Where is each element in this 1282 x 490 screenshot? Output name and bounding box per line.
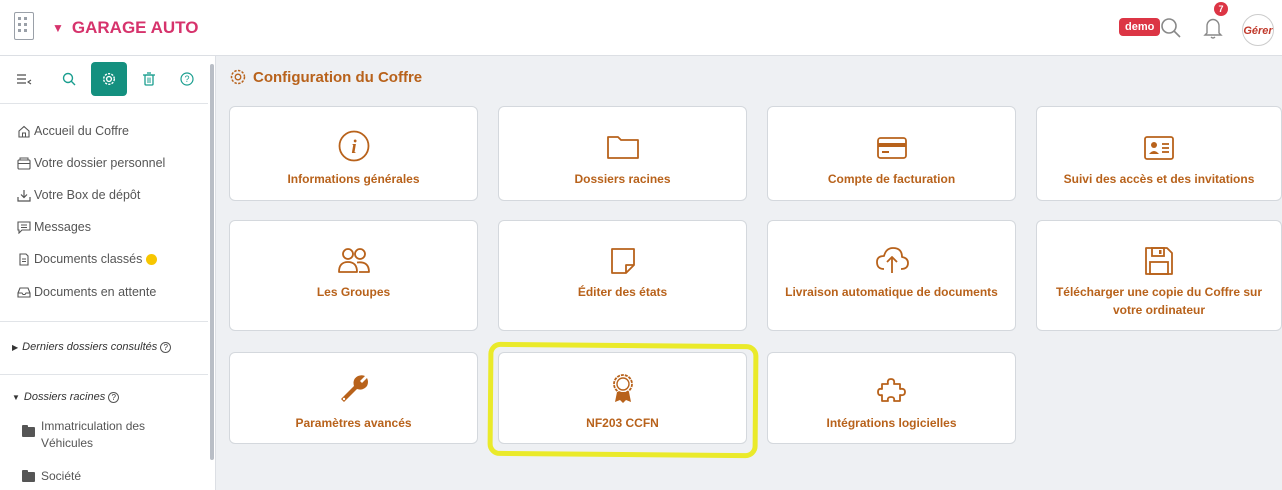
- info-icon: i: [338, 130, 369, 162]
- sidebar-toolbar: ?: [8, 62, 208, 96]
- collapse-menu-icon[interactable]: [10, 64, 40, 94]
- svg-text:i: i: [351, 137, 357, 158]
- divider: [0, 321, 208, 322]
- folder-label: Immatriculation des: [41, 419, 146, 433]
- help-icon[interactable]: ?: [160, 341, 172, 353]
- card-edit-reports[interactable]: Éditer des états: [498, 220, 747, 331]
- cloud-upload-icon: [875, 247, 909, 273]
- nav-home-label: Accueil du Coffre: [34, 124, 129, 138]
- top-bar: ▼ GARAGE AUTO demo 7 Gérer: [0, 0, 1282, 56]
- card-general-info[interactable]: i Informations générales: [229, 106, 478, 201]
- gear-icon: [230, 69, 246, 85]
- page-title-text: Configuration du Coffre: [253, 68, 423, 86]
- nav-pending-documents-label: Documents en attente: [34, 285, 157, 299]
- card-label: Compte de facturation: [827, 172, 956, 186]
- caret-down-icon: ▼: [52, 21, 64, 35]
- root-folders-toggle[interactable]: ▼ Dossiers racines ?: [12, 391, 120, 403]
- company-name: GARAGE AUTO: [71, 18, 199, 37]
- sidebar-scrollbar[interactable]: [209, 56, 215, 490]
- company-selector[interactable]: ▼ GARAGE AUTO: [52, 18, 198, 38]
- card-label: Informations générales: [287, 172, 420, 186]
- puzzle-icon: [876, 378, 906, 402]
- download-icon: [17, 189, 31, 202]
- folder-label: Société: [41, 469, 82, 483]
- nav-messages-label: Messages: [34, 220, 91, 234]
- recent-folders-toggle[interactable]: ▶ Derniers dossiers consultés ?: [12, 341, 172, 353]
- card-auto-delivery[interactable]: Livraison automatique de documents: [767, 220, 1016, 331]
- help-icon[interactable]: ?: [108, 391, 120, 403]
- svg-text:?: ?: [184, 74, 189, 84]
- wrench-icon: [340, 375, 368, 402]
- personal-folder-icon: [17, 157, 31, 170]
- nav-filed-documents[interactable]: Documents classés: [17, 252, 158, 266]
- nav-home[interactable]: Accueil du Coffre: [17, 124, 129, 138]
- card-label: Les Groupes: [316, 285, 391, 299]
- card-label: Intégrations logicielles: [826, 416, 957, 430]
- divider: [0, 103, 208, 104]
- message-icon: [17, 220, 31, 234]
- card-label: Suivi des accès et des invitations: [1063, 172, 1255, 186]
- search-icon[interactable]: [1160, 17, 1182, 39]
- sidebar-search-icon[interactable]: [54, 64, 84, 94]
- folder-icon: [22, 425, 35, 437]
- users-icon: [337, 248, 370, 273]
- settings-gear-icon[interactable]: [91, 62, 127, 96]
- trash-icon[interactable]: [134, 64, 164, 94]
- divider: [0, 374, 208, 375]
- nav-messages[interactable]: Messages: [17, 220, 91, 234]
- root-folder-item[interactable]: Immatriculation des Véhicules: [22, 418, 145, 452]
- card-access-tracking[interactable]: Suivi des accès et des invitations: [1036, 106, 1282, 201]
- building-icon[interactable]: [14, 12, 34, 40]
- page-title: Configuration du Coffre: [229, 68, 422, 86]
- card-label: NF203 CCFN: [586, 416, 659, 430]
- help-icon[interactable]: ?: [172, 64, 202, 94]
- root-folders-title: Dossiers racines: [23, 391, 106, 403]
- card-label: Livraison automatique de documents: [785, 285, 998, 299]
- card-billing-account[interactable]: Compte de facturation: [767, 106, 1016, 201]
- home-icon: [18, 125, 30, 138]
- credit-card-icon: [876, 137, 907, 159]
- bell-icon[interactable]: [1203, 16, 1223, 40]
- nav-deposit-box[interactable]: Votre Box de dépôt: [17, 188, 140, 202]
- folder-icon: [606, 136, 639, 159]
- nav-filed-documents-label: Documents classés: [34, 252, 143, 266]
- card-software-integrations[interactable]: Intégrations logicielles: [767, 352, 1016, 444]
- new-indicator-dot: [146, 253, 158, 265]
- id-card-icon: [1144, 136, 1174, 160]
- card-label: Paramètres avancés: [295, 416, 412, 430]
- award-icon: [612, 374, 633, 403]
- caret-right-icon: ▶: [12, 342, 19, 352]
- folder-icon: [22, 470, 35, 482]
- nav-personal-folder-label: Votre dossier personnel: [34, 156, 166, 170]
- caret-down-icon: ▼: [12, 392, 20, 402]
- demo-badge: demo: [1119, 18, 1161, 36]
- card-groups[interactable]: Les Groupes: [229, 220, 478, 331]
- document-icon: [19, 252, 29, 266]
- card-advanced-settings[interactable]: Paramètres avancés: [229, 352, 478, 444]
- card-label: Éditer des états: [577, 285, 668, 299]
- inbox-icon: [17, 286, 31, 298]
- nav-deposit-box-label: Votre Box de dépôt: [34, 188, 141, 202]
- recent-folders-title: Derniers dossiers consultés: [22, 341, 158, 353]
- card-root-folders[interactable]: Dossiers racines: [498, 106, 747, 201]
- floppy-disk-icon: [1145, 247, 1173, 275]
- sticky-note-icon: [610, 248, 635, 274]
- notification-badge: 7: [1214, 2, 1228, 16]
- root-folder-item[interactable]: Société: [22, 469, 81, 483]
- sidebar: ? Accueil du Coffre Votre dossier person…: [0, 56, 216, 490]
- card-label: Dossiers racines: [574, 172, 671, 186]
- card-label: Télécharger une copie du Coffre sur votr…: [1055, 285, 1263, 317]
- folder-label: Véhicules: [41, 436, 94, 450]
- avatar[interactable]: Gérer: [1242, 14, 1274, 46]
- nav-personal-folder[interactable]: Votre dossier personnel: [17, 156, 165, 170]
- scrollbar-thumb[interactable]: [210, 64, 214, 460]
- nav-pending-documents[interactable]: Documents en attente: [17, 285, 156, 299]
- card-nf203-ccfn[interactable]: NF203 CCFN: [498, 352, 747, 444]
- card-download-copy[interactable]: Télécharger une copie du Coffre sur votr…: [1036, 220, 1282, 331]
